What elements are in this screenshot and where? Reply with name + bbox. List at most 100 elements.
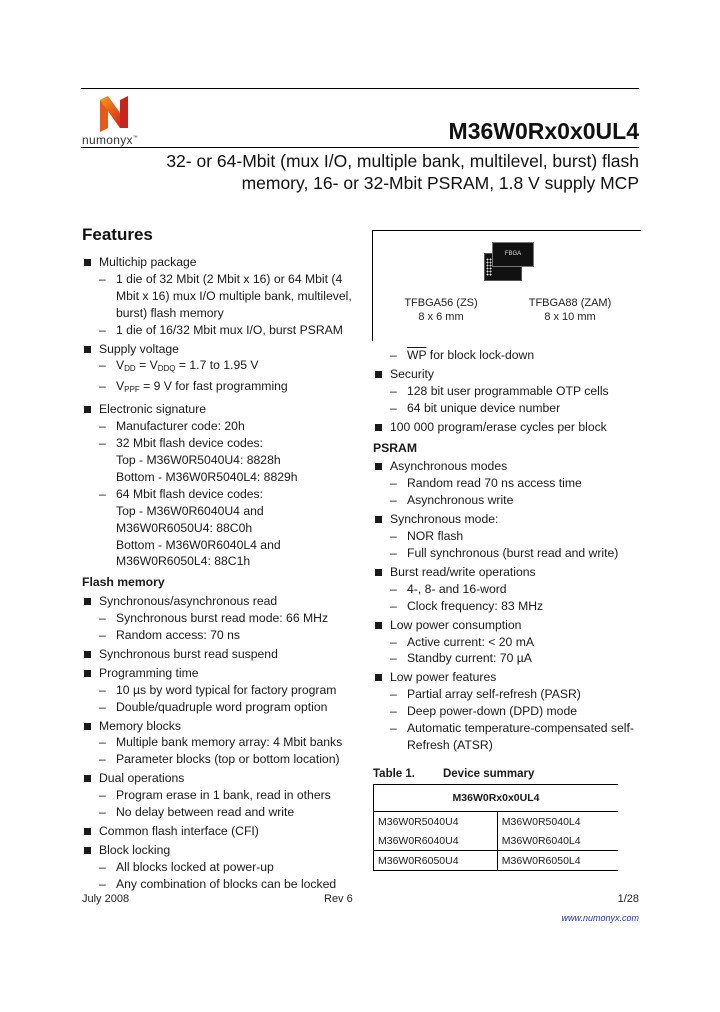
feature-subitem: – Partial array self-refresh (PASR) (373, 686, 643, 703)
subitem-text: Random read 70 ns access time (407, 476, 582, 491)
bullet-icon (375, 423, 382, 431)
feature-subitem: – Clock frequency: 83 MHz (373, 598, 643, 615)
table-cell: M36W0R6050L4 (496, 850, 618, 871)
feature-label: Low power consumption (390, 617, 522, 632)
dash-icon: – (390, 651, 397, 666)
psram-heading: PSRAM (373, 440, 418, 455)
table-cell: M36W0R5040L4 (496, 811, 618, 831)
table-row: M36W0R6040U4 M36W0R6040L4 (373, 831, 618, 851)
package-size: 8 x 10 mm (544, 311, 596, 323)
footer-date: July 2008 (82, 893, 130, 905)
feature-label: Block locking (99, 842, 171, 857)
dash-icon: – (390, 704, 397, 719)
feature-subitem: –64 bit unique device number (373, 400, 643, 417)
part-number-title: M36W0Rx0x0UL4 (448, 118, 639, 144)
subitem-text: Asynchronous write (407, 493, 514, 508)
feature-subitem: – WP for block lock-down (373, 347, 643, 364)
feature-subitem: – Synchronous burst read mode: 66 MHz (82, 610, 362, 627)
feature-item: Burst read/write operations (373, 564, 643, 581)
dash-icon: – (390, 400, 397, 415)
table-cell: M36W0R6040U4 (373, 831, 498, 851)
bullet-icon (375, 370, 382, 378)
subitem-text: VPPF = 9 V for fast programming (116, 379, 288, 395)
dash-icon: – (99, 271, 106, 286)
bullet-icon (84, 669, 91, 677)
subitem-text: Bottom - M36W0R5040L4: 8829h (116, 469, 298, 484)
subitem-text: 64 bit unique device number (407, 400, 561, 415)
dash-icon: – (390, 476, 397, 491)
feature-label: Low power features (390, 670, 497, 685)
feature-subitem: – Double/quadruple word program option (82, 699, 362, 716)
dash-icon: – (99, 419, 106, 434)
package-size: 8 x 6 mm (418, 311, 464, 323)
subitem-text: Active current: < 20 mA (407, 634, 535, 649)
dash-icon: – (390, 545, 397, 560)
bullet-icon (84, 598, 91, 606)
bullet-icon (84, 722, 91, 730)
subitem-text: 4-, 8- and 16-word (407, 581, 507, 596)
feature-subitem: –1 die of 32 Mbit (2 Mbit x 16) or 64 Mb… (82, 271, 362, 322)
feature-subitem: – NOR flash (373, 528, 643, 545)
subitem-text: 1 die of 32 Mbit (2 Mbit x 16) or 64 Mbi… (116, 271, 352, 320)
feature-subitem: – Full synchronous (burst read and write) (373, 545, 643, 562)
feature-subitem: –128 bit user programmable OTP cells (373, 383, 643, 400)
dash-icon: – (390, 687, 397, 702)
feature-label: Synchronous burst read suspend (99, 646, 278, 661)
bullet-icon (375, 674, 382, 682)
bullet-icon (375, 463, 382, 471)
feature-subitem: – Asynchronous write (373, 492, 643, 509)
package-label: TFBGA88 (ZAM) 8 x 10 mm (520, 296, 620, 324)
feature-subitem: – VDD = VDDQ = 1.7 to 1.95 V (82, 357, 362, 378)
device-summary-table: M36W0Rx0x0UL4 M36W0R5040U4 M36W0R5040L4 M… (373, 784, 618, 871)
feature-label: Security (390, 366, 435, 381)
features-left-column: Multichip package –1 die of 32 Mbit (2 M… (82, 252, 362, 893)
footer-url-link[interactable]: www.numonyx.com (561, 913, 639, 923)
dash-icon: – (390, 598, 397, 613)
feature-item: Synchronous mode: (373, 511, 643, 528)
package-name: TFBGA88 (ZAM) (528, 297, 612, 309)
package-name: TFBGA56 (ZS) (404, 297, 478, 309)
bullet-icon (84, 846, 91, 854)
bullet-icon (84, 828, 91, 835)
subitem-text: M36W0R6050U4: 88C0h (116, 520, 253, 535)
dash-icon: – (390, 383, 397, 398)
feature-item: Synchronous/asynchronous read (82, 593, 362, 610)
subitem-text: M36W0R6050L4: 88C1h (116, 554, 251, 569)
subitem-text: Top - M36W0R6040U4 and (116, 503, 264, 518)
feature-label: Burst read/write operations (390, 564, 536, 579)
dash-icon: – (99, 788, 106, 803)
bullet-icon (375, 516, 382, 524)
subitem-text: 32 Mbit flash device codes: (116, 436, 264, 451)
feature-subitem: – Parameter blocks (top or bottom locatio… (82, 751, 362, 768)
feature-label: Memory blocks (99, 718, 181, 733)
table-cell: M36W0R6040L4 (496, 831, 618, 851)
title-rule (81, 147, 639, 148)
feature-subitem: –10 µs by word typical for factory progr… (82, 682, 362, 699)
chip-front-icon: FBGA (492, 242, 534, 267)
dash-icon: – (99, 322, 106, 337)
package-label: TFBGA56 (ZS) 8 x 6 mm (396, 296, 486, 324)
feature-subitem: – Deep power-down (DPD) mode (373, 703, 643, 720)
table-header-cell: M36W0Rx0x0UL4 (373, 784, 618, 812)
dash-icon: – (99, 379, 106, 394)
subtitle-line-2: memory, 16- or 32-Mbit PSRAM, 1.8 V supp… (241, 173, 639, 193)
feature-label: Common flash interface (CFI) (99, 824, 259, 838)
dash-icon: – (390, 493, 397, 508)
feature-subitem: – Standby current: 70 µA (373, 650, 643, 667)
feature-subitem: – No delay between read and write (82, 804, 362, 821)
features-right-column: – WP for block lock-down Security –128 bi… (373, 347, 643, 754)
dash-icon: – (99, 436, 106, 451)
subitem-text: Deep power-down (DPD) mode (407, 704, 578, 719)
subitem-text: 10 µs by word typical for factory progra… (116, 682, 337, 697)
dash-icon: – (390, 348, 397, 362)
feature-label: Synchronous/asynchronous read (99, 594, 278, 609)
subitem-text: WP for block lock-down (407, 348, 535, 362)
subitem-text: 64 Mbit flash device codes: (116, 486, 264, 501)
table-cell: M36W0R5040U4 (373, 811, 498, 831)
subitem-text: NOR flash (407, 529, 464, 544)
subitem-text: Partial array self-refresh (PASR) (407, 687, 581, 702)
subitem-text: VDD = VDDQ = 1.7 to 1.95 V (116, 358, 259, 374)
dash-icon: – (99, 682, 106, 697)
dash-icon: – (99, 735, 106, 750)
feature-item: Asynchronous modes (373, 458, 643, 475)
